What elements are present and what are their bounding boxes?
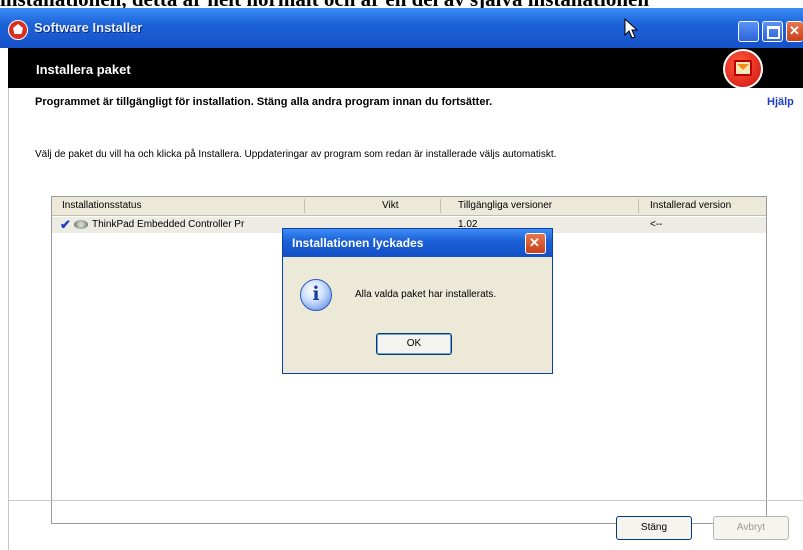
install-package-icon	[723, 49, 763, 89]
dialog-close-button[interactable]	[525, 233, 546, 254]
info-icon: i	[300, 279, 332, 311]
column-separator[interactable]	[440, 199, 441, 213]
column-header-available-versions[interactable]: Tillgängliga versioner	[458, 200, 552, 211]
description-text: Välj de paket du vill ha och klicka på I…	[35, 149, 557, 160]
ok-button[interactable]: OK	[376, 333, 452, 355]
installed-version: <--	[650, 219, 663, 230]
help-link[interactable]: Hjälp	[767, 96, 794, 108]
column-header-status[interactable]: Installationsstatus	[62, 200, 142, 211]
dialog-title: Installationen lyckades	[292, 236, 424, 250]
window-close-button[interactable]	[786, 21, 803, 42]
instruction-text: Programmet är tillgängligt för installat…	[35, 96, 493, 108]
column-separator[interactable]	[304, 199, 305, 213]
dialog-message: Alla valda paket har installerats.	[355, 289, 497, 300]
package-name: ThinkPad Embedded Controller Pr	[92, 219, 245, 230]
minimize-button[interactable]	[738, 21, 759, 42]
footer-divider	[8, 500, 803, 501]
maximize-button[interactable]	[762, 21, 783, 42]
package-disk-icon	[74, 220, 88, 229]
header-band: Installera paket	[8, 48, 803, 89]
software-installer-icon	[8, 20, 28, 40]
success-dialog: Installationen lyckades i Alla valda pak…	[282, 228, 553, 374]
dialog-titlebar[interactable]: Installationen lyckades	[283, 229, 552, 257]
column-separator[interactable]	[638, 199, 639, 213]
mouse-cursor-icon	[624, 18, 639, 39]
column-header-installed-version[interactable]: Installerad version	[650, 200, 731, 211]
page-title: Installera paket	[36, 62, 131, 77]
list-header: Installationsstatus Vikt Tillgängliga ve…	[52, 197, 766, 216]
window-titlebar[interactable]: Software Installer	[0, 8, 803, 48]
window-title: Software Installer	[34, 20, 143, 35]
checkmark-icon: ✔	[60, 217, 71, 232]
cancel-button: Avbryt	[713, 516, 789, 540]
close-button[interactable]: Stäng	[616, 516, 692, 540]
column-header-weight[interactable]: Vikt	[382, 200, 399, 211]
